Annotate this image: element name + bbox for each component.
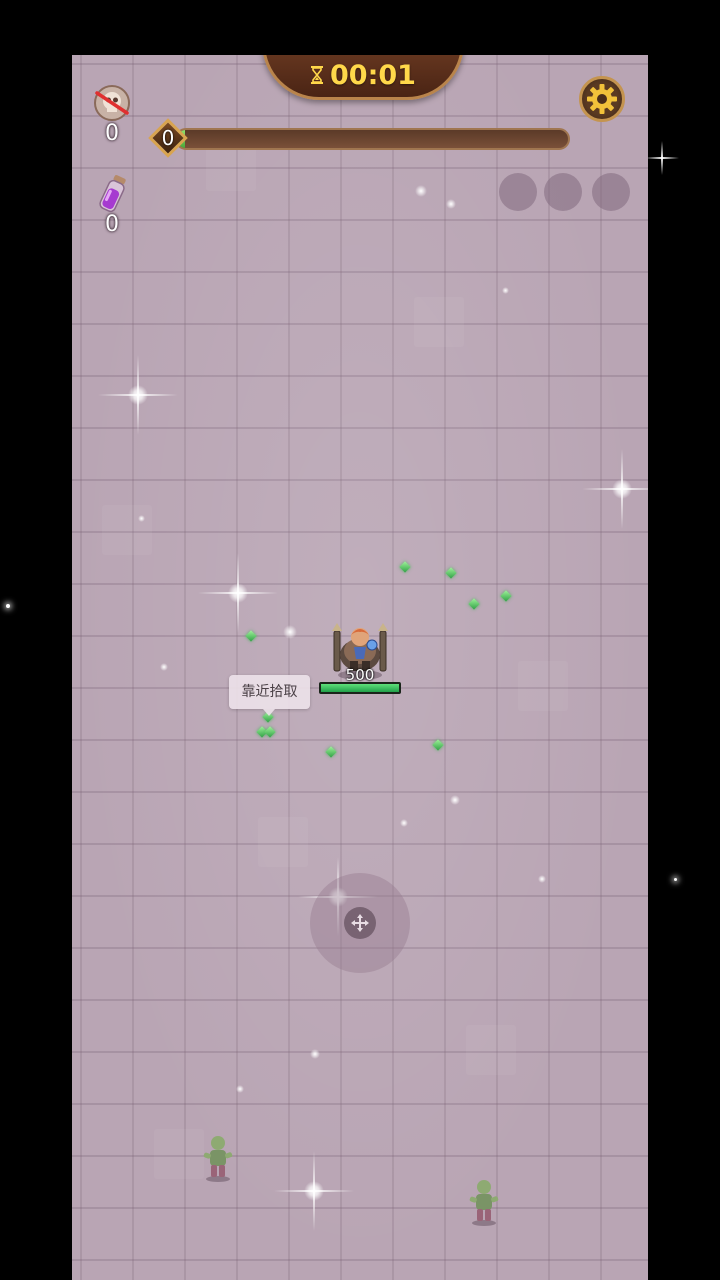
zombie-enemy — [469, 1180, 499, 1226]
sparkle — [450, 795, 460, 805]
settings-button[interactable] — [579, 76, 625, 122]
level-badge: 0 — [148, 118, 188, 158]
sparkle — [538, 875, 546, 883]
joystick-knob[interactable] — [344, 907, 376, 939]
floor-tile — [414, 297, 464, 347]
floor-tile — [102, 505, 152, 555]
floor-tile — [154, 1129, 204, 1179]
light-flare — [582, 449, 648, 529]
side-sparkle — [645, 141, 679, 175]
floor-tile — [518, 661, 568, 711]
sparkle — [400, 819, 408, 827]
level-value: 0 — [161, 126, 175, 150]
screen: 500 靠近拾取 00:01 0 0 0 — [0, 0, 720, 1280]
potion-count: 0 — [105, 212, 119, 237]
move-arrows-icon — [351, 914, 369, 932]
xp-gem — [445, 567, 457, 579]
timer-banner: 00:01 — [262, 55, 464, 100]
xp-gem — [500, 590, 512, 602]
virtual-joystick[interactable] — [310, 873, 410, 973]
zombie-enemy — [203, 1136, 233, 1182]
skill-slot — [592, 173, 630, 211]
sparkle — [310, 1049, 320, 1059]
xp-gem — [399, 561, 411, 573]
skill-slot — [544, 173, 582, 211]
xp-gem — [468, 598, 480, 610]
sparkle — [138, 515, 145, 522]
pickup-hint-tooltip: 靠近拾取 — [229, 675, 310, 716]
skill-slot — [499, 173, 537, 211]
side-sparkle — [674, 878, 677, 881]
game-viewport[interactable]: 500 靠近拾取 00:01 0 0 0 — [72, 55, 648, 1280]
light-flare — [98, 355, 178, 435]
light-flare — [198, 553, 278, 633]
gear-icon — [587, 84, 617, 114]
sparkle — [502, 287, 509, 294]
side-sparkle — [6, 604, 10, 608]
sparkle — [283, 625, 297, 639]
sparkle — [160, 663, 168, 671]
kill-count: 0 — [105, 121, 119, 146]
sparkle — [236, 1085, 244, 1093]
sparkle — [415, 185, 427, 197]
hero-health-fill — [321, 684, 399, 692]
xp-gem — [264, 726, 276, 738]
sparkle — [446, 199, 456, 209]
floor-tile — [466, 1025, 516, 1075]
xp-gem — [325, 746, 337, 758]
light-flare — [274, 1151, 354, 1231]
hourglass-icon — [311, 66, 324, 84]
xp-gem — [432, 739, 444, 751]
experience-bar — [175, 128, 570, 150]
hero-health-bar — [319, 682, 401, 694]
timer-value: 00:01 — [330, 59, 416, 91]
crossed-skull-icon — [94, 85, 130, 121]
